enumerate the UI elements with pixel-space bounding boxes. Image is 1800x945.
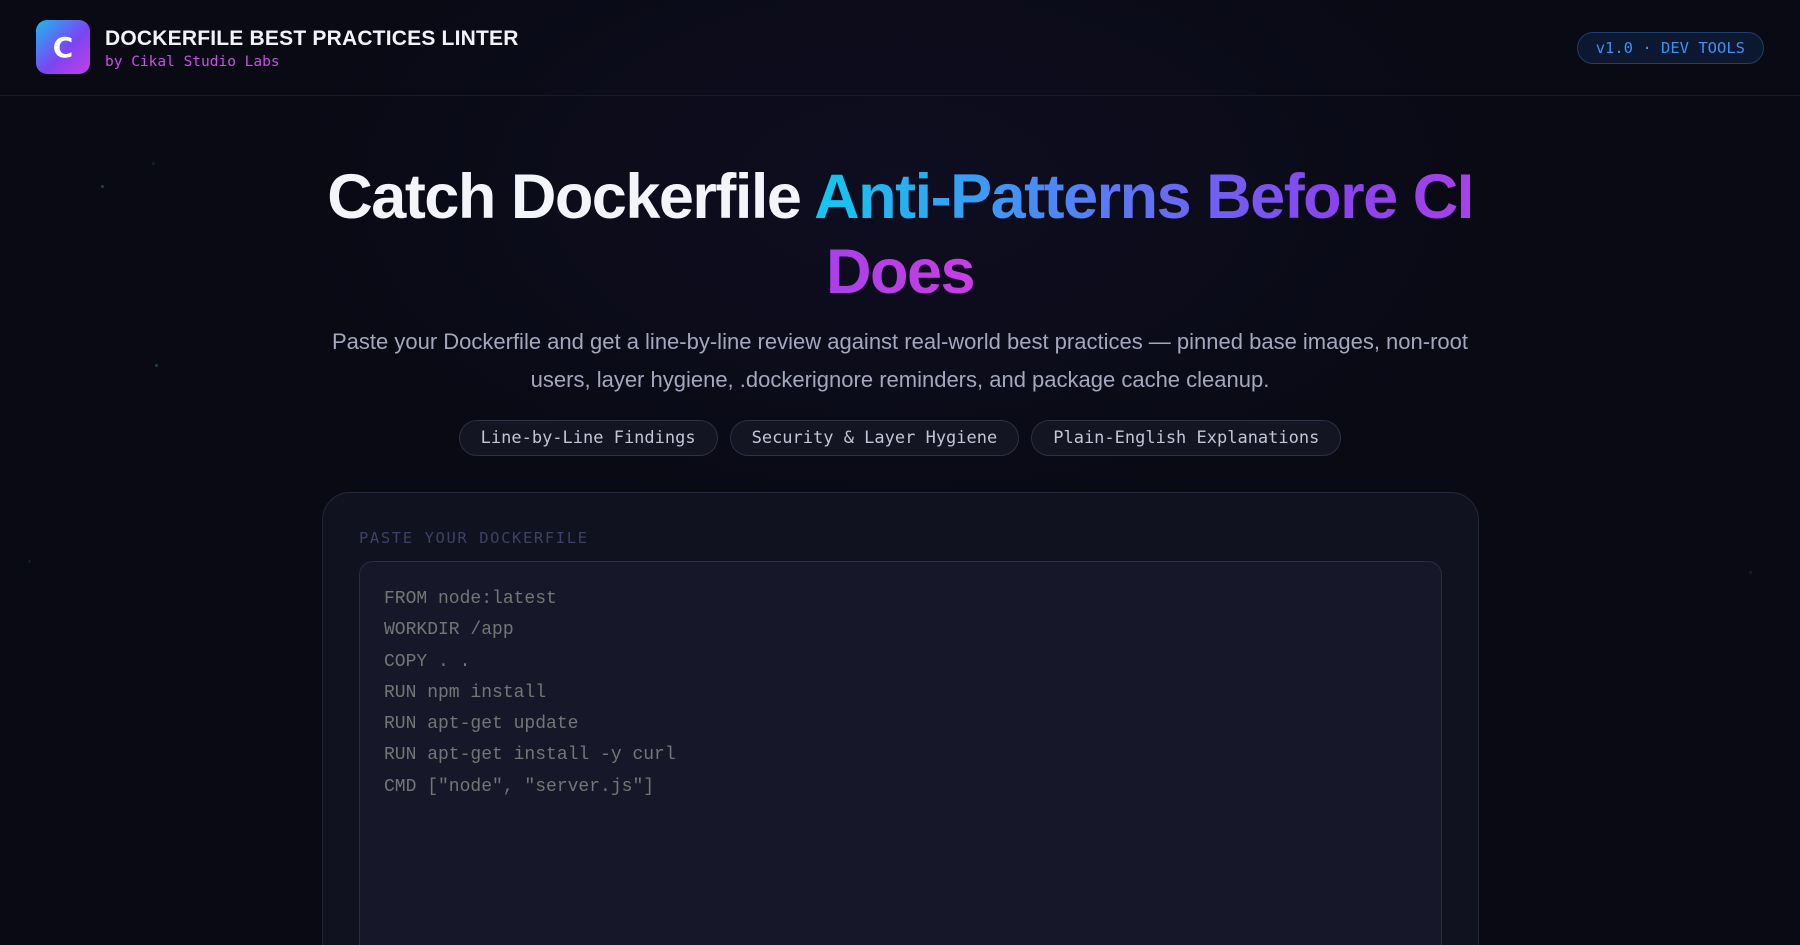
background-star [101,185,104,188]
dockerfile-input-card: PASTE YOUR DOCKERFILE [322,492,1479,945]
background-star [1749,571,1752,574]
version-badge: v1.0 · DEV TOOLS [1576,32,1764,64]
hero-description: Paste your Dockerfile and get a line-by-… [331,329,1469,392]
background-star [155,364,158,367]
dockerfile-input[interactable] [359,561,1442,945]
hero-title-highlight: Anti-Patterns Before CI Does [814,162,1474,307]
feature-pills: Line-by-Line Findings Security & Layer H… [300,420,1500,456]
dockerfile-input-label: PASTE YOUR DOCKERFILE [359,529,589,547]
hero-title-plain: Catch Dockerfile [327,162,815,232]
app-title: DOCKERFILE BEST PRACTICES LINTER [105,27,519,50]
background-star [28,560,31,563]
app-subtitle: by Cikal Studio Labs [105,54,280,70]
feature-pill-explanations: Plain-English Explanations [1031,420,1342,456]
feature-pill-findings: Line-by-Line Findings [458,420,718,456]
brand-logo-icon: C [36,20,90,74]
feature-pill-security: Security & Layer Hygiene [729,420,1020,456]
hero-title: Catch Dockerfile Anti-Patterns Before CI… [300,160,1500,310]
background-star [152,162,155,165]
top-bar: C DOCKERFILE BEST PRACTICES LINTER by Ci… [0,0,1800,96]
